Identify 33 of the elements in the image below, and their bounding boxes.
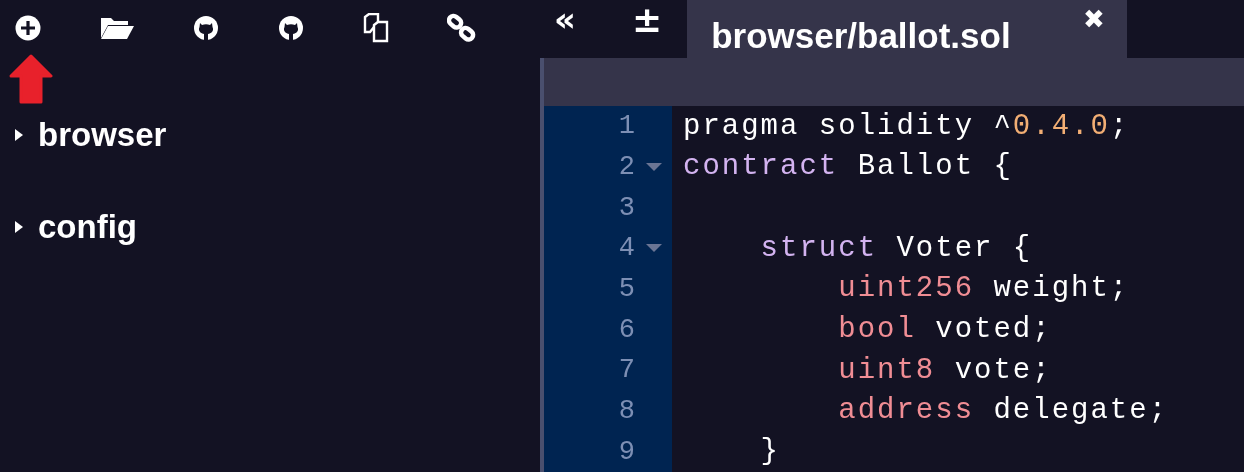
close-button[interactable]: ✖ [1083, 4, 1106, 35]
line-number: 2 [617, 151, 635, 182]
caret-icon[interactable] [14, 128, 24, 142]
add-file-icon[interactable] [14, 14, 42, 42]
line-number: 6 [617, 314, 635, 345]
up-arrow-icon [9, 54, 53, 104]
fold-caret-icon[interactable] [646, 244, 662, 253]
code-line: contract Ballot { [682, 150, 1013, 184]
code-line: uint256 weight; [837, 272, 1130, 306]
code-line: struct Voter { [759, 231, 1033, 265]
folder-item[interactable]: config [38, 208, 137, 246]
github-icon[interactable] [277, 14, 305, 42]
caret-icon[interactable] [14, 220, 24, 234]
line-number: 1 [617, 111, 635, 142]
fold-caret-icon[interactable] [646, 162, 662, 171]
folder-item[interactable]: browser [38, 116, 167, 154]
code-line: pragma solidity ^0.4.0; [682, 109, 1130, 143]
copy-icon[interactable] [362, 13, 390, 43]
code-line: uint8 vote; [837, 353, 1052, 387]
collapse-button[interactable]: « [554, 2, 576, 36]
code-line: bool voted; [837, 313, 1052, 347]
line-number: 9 [617, 436, 635, 467]
font-size-button[interactable]: ± [631, 2, 663, 38]
link-icon[interactable] [447, 13, 477, 43]
code-line: } [759, 435, 780, 469]
line-number: 7 [617, 355, 635, 386]
code-line: address delegate; [837, 394, 1169, 428]
github-icon[interactable] [192, 14, 220, 42]
line-number: 8 [617, 395, 635, 426]
line-number: 5 [617, 273, 635, 304]
line-number: 4 [617, 233, 635, 264]
file-tab[interactable]: browser/ballot.sol ✖ [687, 0, 1128, 58]
line-number: 3 [617, 192, 635, 223]
